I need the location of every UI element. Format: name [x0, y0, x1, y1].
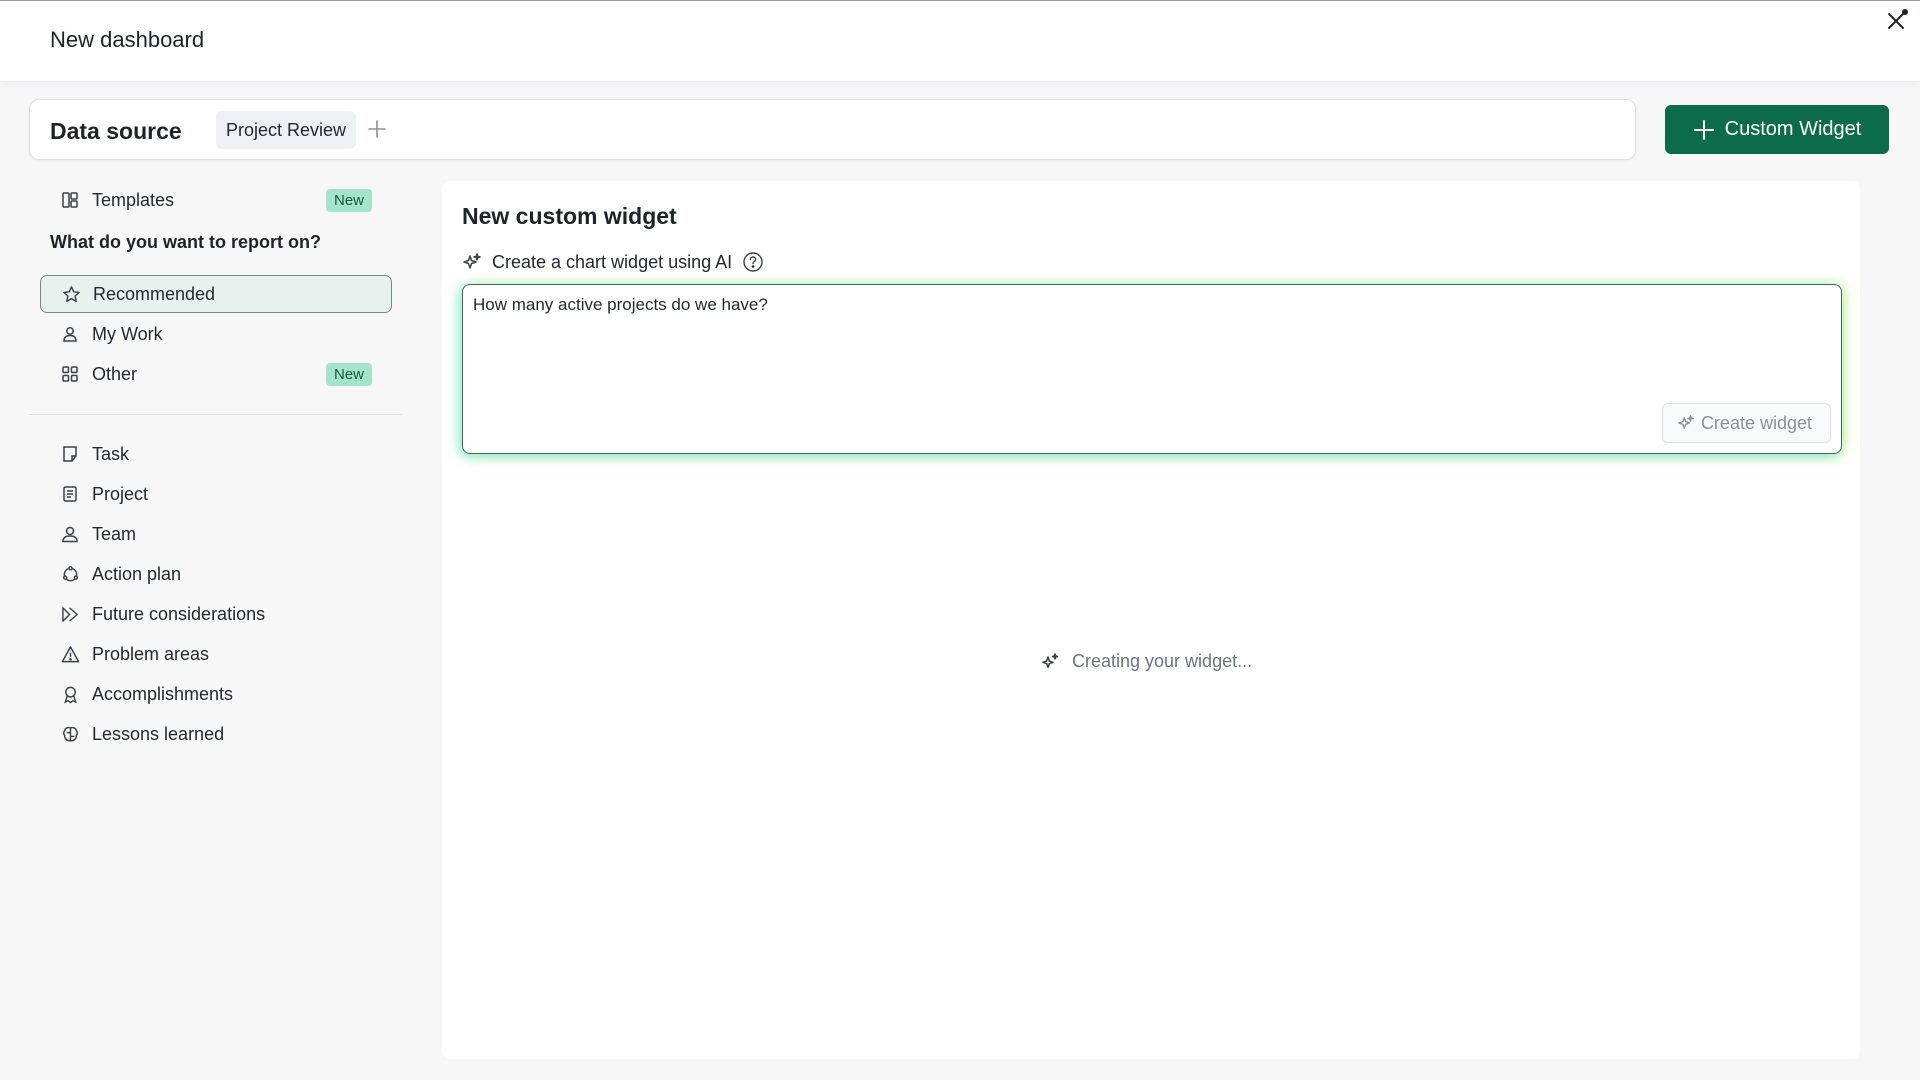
- plus-icon: [368, 120, 386, 138]
- template-grid-icon: [60, 190, 80, 210]
- data-source-bar: Data source Project Review: [29, 99, 1636, 160]
- new-badge: New: [325, 363, 372, 386]
- new-badge: New: [325, 189, 372, 212]
- data-source-label: Data source: [50, 118, 182, 144]
- panel-title: New custom widget: [462, 203, 677, 229]
- data-source-chip[interactable]: Project Review: [216, 111, 357, 149]
- widget-builder-panel: New custom widget Create a chart widget …: [442, 181, 1860, 1059]
- sidebar-item-problem-areas[interactable]: Problem areas: [40, 635, 392, 673]
- plus-icon: [1693, 119, 1714, 140]
- create-widget-button[interactable]: Create widget: [1661, 403, 1831, 443]
- page-title: New dashboard: [50, 27, 205, 52]
- ai-prompt-label-row: Create a chart widget using AI: [462, 251, 764, 273]
- team-icon: [60, 524, 80, 544]
- add-data-source-button[interactable]: [365, 117, 389, 141]
- loading-indicator: Creating your widget...: [1040, 651, 1252, 672]
- sidebar-item-recommended[interactable]: Recommended: [40, 275, 392, 313]
- grid-icon: [60, 364, 80, 384]
- brain-icon: [60, 724, 80, 744]
- sidebar-item-label: Problem areas: [92, 643, 210, 664]
- sidebar-item-project[interactable]: Project: [40, 475, 392, 513]
- sparkle-icon: [1042, 652, 1059, 668]
- sidebar-item-label: Action plan: [92, 563, 182, 584]
- sidebar-item-label: Future considerations: [92, 603, 266, 624]
- sparkle-icon: [1678, 415, 1694, 430]
- ai-prompt-box: Create widget: [462, 284, 1842, 454]
- create-widget-label: Create widget: [1700, 412, 1812, 433]
- star-icon: [61, 284, 81, 304]
- loading-text: Creating your widget...: [1072, 651, 1253, 671]
- sidebar-item-templates[interactable]: Templates New: [40, 181, 392, 219]
- header-bar: New dashboard: [0, 0, 1920, 81]
- sidebar-item-other[interactable]: Other New: [40, 355, 392, 393]
- sidebar-item-label: Lessons learned: [92, 723, 225, 744]
- person-icon: [60, 324, 80, 344]
- close-button[interactable]: [1882, 7, 1910, 35]
- close-icon: [1888, 13, 1904, 29]
- sidebar-item-label: Task: [92, 443, 130, 464]
- ai-prompt-label: Create a chart widget using AI: [492, 251, 733, 272]
- sidebar-item-label: Project: [92, 483, 149, 504]
- custom-widget-button[interactable]: Custom Widget: [1665, 105, 1889, 154]
- sidebar-item-label: Accomplishments: [92, 683, 234, 704]
- sidebar-item-label: Templates: [92, 189, 175, 210]
- sidebar-item-future-considerations[interactable]: Future considerations: [40, 595, 392, 633]
- sidebar-item-label: My Work: [92, 323, 163, 344]
- sidebar-item-label: Team: [92, 523, 137, 544]
- sparkle-icon: [462, 252, 482, 272]
- sidebar-item-label: Other: [92, 363, 138, 384]
- close-dot-indicator: [1902, 9, 1908, 15]
- sidebar-item-task[interactable]: Task: [40, 435, 392, 473]
- action-plan-icon: [60, 564, 80, 584]
- sidebar-item-my-work[interactable]: My Work: [40, 315, 392, 353]
- sidebar-item-action-plan[interactable]: Action plan: [40, 555, 392, 593]
- task-icon: [60, 444, 80, 464]
- future-icon: [60, 604, 80, 624]
- award-icon: [60, 684, 80, 704]
- sidebar-item-label: Recommended: [93, 283, 216, 304]
- ai-prompt-input[interactable]: [473, 295, 1773, 395]
- report-heading: What do you want to report on?: [50, 232, 321, 252]
- warning-icon: [60, 644, 80, 664]
- sidebar-item-accomplishments[interactable]: Accomplishments: [40, 675, 392, 713]
- help-icon[interactable]: [742, 251, 764, 273]
- sidebar-divider: [29, 414, 402, 415]
- sidebar-item-team[interactable]: Team: [40, 515, 392, 553]
- custom-widget-label: Custom Widget: [1724, 118, 1862, 140]
- project-icon: [60, 484, 80, 504]
- sidebar-item-lessons-learned[interactable]: Lessons learned: [40, 715, 392, 753]
